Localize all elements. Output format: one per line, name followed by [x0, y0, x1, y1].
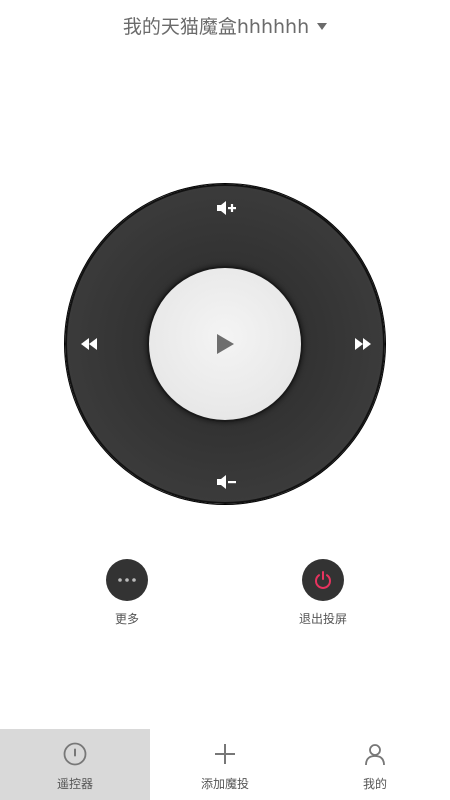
power-icon — [315, 571, 331, 589]
device-name: 我的天猫魔盒hhhhhh — [122, 15, 310, 38]
play-icon — [217, 334, 234, 354]
caret-down-icon — [317, 22, 328, 30]
exit-label: 退出投屏 — [299, 612, 348, 626]
plus-icon — [212, 741, 238, 767]
fast-forward-icon — [355, 338, 371, 350]
bottom-tab-bar: 遥控器 添加魔投 我的 — [0, 729, 450, 800]
volume-down-icon — [217, 475, 236, 489]
more-circle — [106, 559, 148, 601]
volume-down-button[interactable] — [207, 462, 247, 502]
device-selector[interactable]: 我的天猫魔盒hhhhhh — [122, 12, 328, 39]
more-dots-icon — [118, 578, 136, 582]
tab-mine[interactable]: 我的 — [300, 729, 450, 800]
more-button[interactable]: 更多 — [105, 559, 149, 627]
header: 我的天猫魔盒hhhhhh — [0, 0, 450, 50]
more-label: 更多 — [114, 612, 139, 626]
tab-add-cast-label: 添加魔投 — [200, 777, 249, 791]
play-pause-button[interactable] — [147, 266, 303, 422]
volume-up-button[interactable] — [207, 188, 247, 228]
user-icon — [362, 741, 388, 767]
exit-circle — [302, 559, 344, 601]
remote-control-screen: 我的天猫魔盒hhhhhh 更多 退出投屏 遥控器 添加魔投 我的 — [0, 0, 450, 800]
tab-mine-label: 我的 — [362, 777, 387, 791]
exit-cast-button[interactable]: 退出投屏 — [299, 559, 348, 627]
tab-add-cast[interactable]: 添加魔投 — [150, 729, 300, 800]
rewind-icon — [81, 338, 97, 350]
tab-remote[interactable]: 遥控器 — [0, 729, 150, 800]
fast-forward-button[interactable] — [343, 324, 383, 364]
rewind-button[interactable] — [69, 324, 109, 364]
volume-up-icon — [217, 201, 236, 215]
tab-remote-label: 遥控器 — [56, 777, 93, 791]
remote-icon — [62, 741, 88, 767]
remote-dial — [65, 184, 385, 504]
